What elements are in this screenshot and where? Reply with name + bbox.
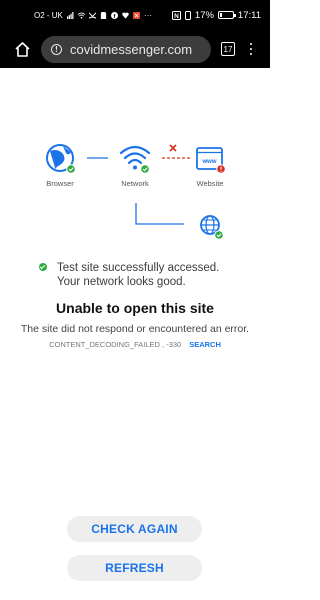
- sim-icon: [100, 11, 107, 19]
- tab-switcher-button[interactable]: 17: [221, 42, 235, 56]
- network-status-text: Test site successfully accessed. Your ne…: [57, 262, 220, 288]
- facebook-icon: f: [110, 11, 118, 19]
- error-code: CONTENT_DECODING_FAILED , -330: [49, 340, 182, 349]
- error-description: The site did not respond or encountered …: [20, 323, 250, 335]
- home-icon: [14, 41, 30, 57]
- search-error-link[interactable]: SEARCH: [189, 340, 221, 349]
- site-info-icon[interactable]: !: [51, 43, 62, 55]
- nfc-icon: N: [171, 10, 181, 20]
- website-error-badge: [216, 164, 226, 174]
- check-again-button[interactable]: CHECK AGAIN: [67, 516, 202, 542]
- battery-icon: [217, 11, 236, 19]
- svg-text:f: f: [113, 14, 115, 19]
- refresh-button[interactable]: REFRESH: [67, 555, 202, 581]
- status-right: N 17% 17:11: [171, 9, 261, 21]
- vibrate-icon: [184, 10, 191, 20]
- signal-icon: [66, 11, 74, 19]
- error-title: Unable to open this site: [56, 300, 214, 316]
- connection-failed-icon: [169, 144, 177, 152]
- status-bar: O2 - UK f ··· N 17% 17:11: [0, 0, 270, 30]
- home-button[interactable]: [12, 39, 32, 59]
- browser-check-badge: [66, 164, 76, 174]
- menu-dot-icon: [249, 47, 253, 51]
- website-icon-text: www: [201, 159, 216, 165]
- network-test-link: [135, 203, 184, 225]
- success-check-icon: [39, 263, 47, 271]
- browser-toolbar: ! covidmessenger.com 17: [0, 30, 270, 68]
- network-status-message: Test site successfully accessed. Your ne…: [39, 261, 239, 289]
- url-text: covidmessenger.com: [70, 41, 193, 57]
- clock: 17:11: [237, 9, 261, 21]
- missed-call-icon: [88, 12, 96, 19]
- test-site-check-badge: [214, 230, 224, 240]
- diagram-graphic: www: [46, 144, 226, 240]
- connectivity-diagram: www Browser Network Website: [0, 68, 270, 248]
- more-notifications-icon: ···: [143, 10, 152, 20]
- battery-percent: 17%: [194, 9, 214, 21]
- health-icon: [122, 12, 129, 19]
- address-bar[interactable]: ! covidmessenger.com: [41, 35, 211, 63]
- carrier-text: O2 - UK: [34, 10, 63, 20]
- network-check-badge: [140, 164, 150, 174]
- menu-dot-icon: [249, 42, 253, 46]
- website-label: Website: [196, 179, 224, 188]
- tab-count: 17: [223, 44, 233, 54]
- status-left: O2 - UK f ···: [34, 11, 152, 20]
- app-notification-icon: [132, 11, 140, 19]
- svg-text:N: N: [174, 13, 179, 20]
- wifi-icon: [77, 11, 85, 19]
- menu-dot-icon: [249, 52, 253, 56]
- browser-label: Browser: [46, 179, 74, 188]
- error-code-row: CONTENT_DECODING_FAILED , -330 SEARCH: [0, 340, 270, 349]
- network-label: Network: [121, 179, 149, 188]
- overflow-menu-button[interactable]: [247, 42, 255, 56]
- battery-fill: [219, 13, 222, 17]
